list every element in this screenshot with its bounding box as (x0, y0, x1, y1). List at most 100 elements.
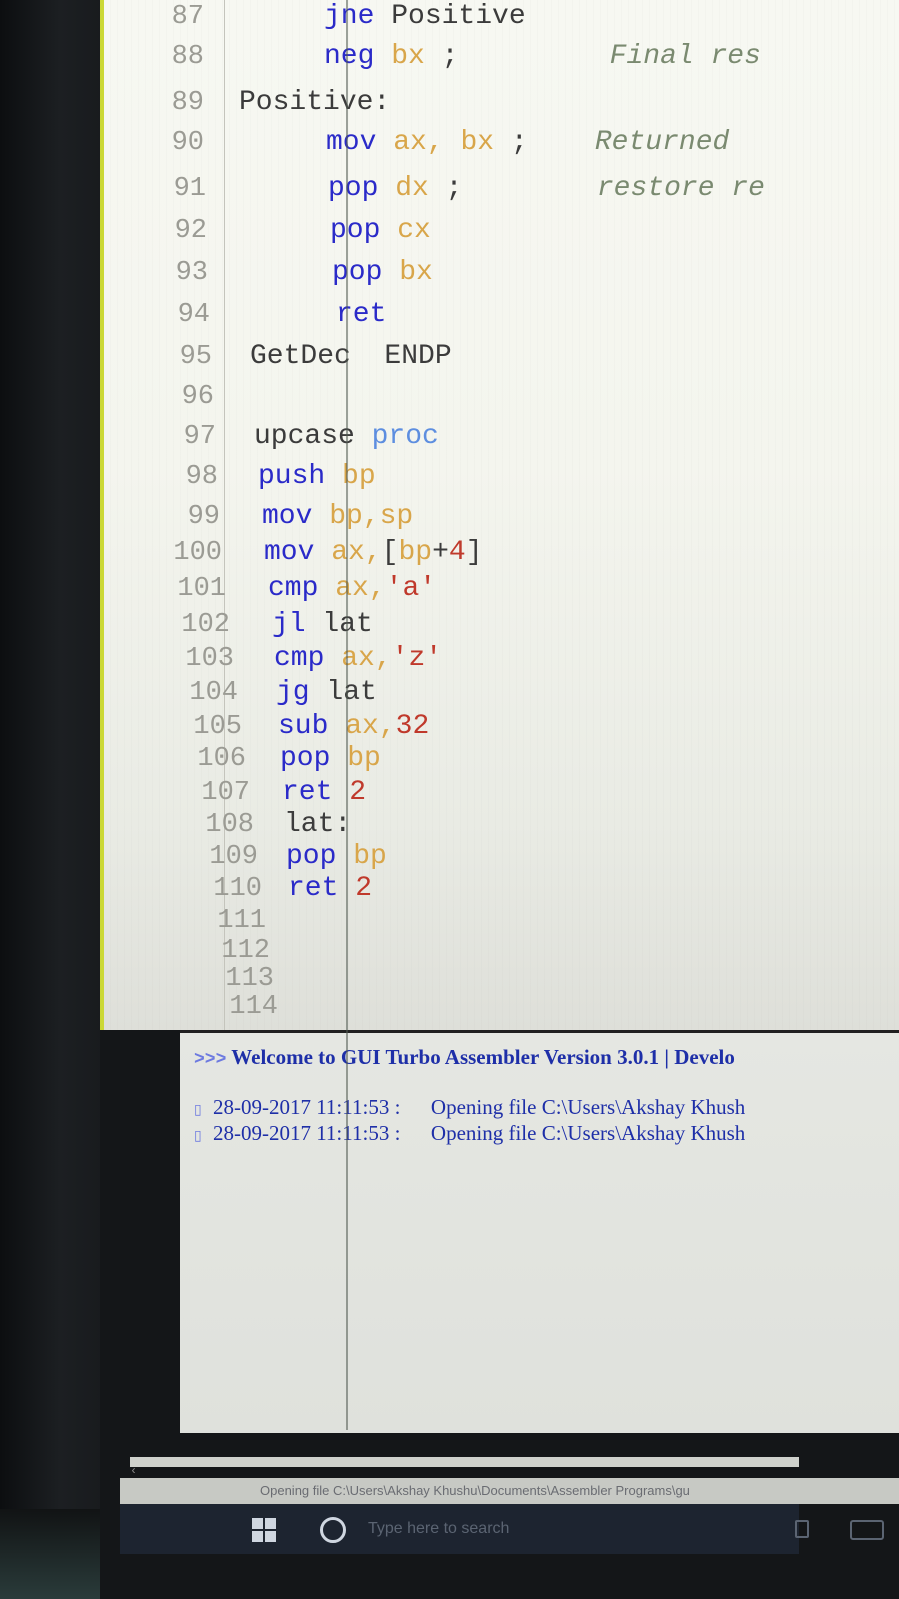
code-token-reg: bp (398, 537, 433, 568)
task-view-icon[interactable] (850, 1520, 884, 1540)
code-line[interactable]: 95 GetDec ENDP (104, 340, 899, 374)
code-token-num: 4 (448, 537, 466, 568)
code-line[interactable]: 91 pop dx ; restore re (104, 172, 899, 206)
code-token-sym: ; (424, 41, 459, 72)
code-line[interactable]: 92 pop cx (104, 214, 899, 248)
code-token-kw: pop (330, 215, 381, 246)
log-marker-icon: ▯ (194, 1103, 202, 1118)
code-line[interactable]: 93 pop bx (104, 256, 899, 290)
code-token-lbl: lat (305, 609, 373, 640)
log-marker-icon: ▯ (194, 1129, 202, 1144)
code-text: mov bp,sp (262, 500, 413, 534)
code-token-reg: ax, (314, 537, 382, 568)
code-token-str: 'z' (391, 643, 443, 674)
code-line[interactable]: 110 ret 2 (104, 872, 899, 906)
code-token-reg: bp,sp (312, 501, 414, 532)
status-text: Opening file C:\Users\Akshay Khushu\Docu… (260, 1483, 690, 1498)
code-line[interactable]: 89 Positive: (104, 86, 899, 120)
code-token-proc: proc (371, 421, 439, 452)
code-line[interactable]: 88 neg bx ; Final res (104, 40, 899, 74)
code-token-kw: pop (286, 841, 337, 872)
code-line[interactable]: 99 mov bp,sp (104, 500, 899, 534)
log-message: Opening file C:\Users\Akshay Khush (430, 1095, 746, 1119)
code-token-reg: bx (382, 257, 433, 288)
code-line[interactable]: 109 pop bp (104, 840, 899, 874)
log-message: Opening file C:\Users\Akshay Khush (430, 1121, 746, 1145)
code-token-sym: ] (465, 537, 483, 568)
taskbar-search-box[interactable]: Type here to search (368, 1520, 509, 1538)
code-token-reg: ax, (328, 711, 396, 742)
code-token-kw: mov (264, 537, 315, 568)
line-number: 90 (171, 128, 204, 158)
code-line[interactable]: 103 cmp ax,'z' (104, 642, 899, 676)
output-console[interactable]: >>> Welcome to GUI Turbo Assembler Versi… (180, 1030, 899, 1433)
code-text: neg bx ; Final res (324, 40, 761, 74)
code-line[interactable]: 111 (104, 904, 899, 938)
code-line[interactable]: 107 ret 2 (104, 776, 899, 810)
code-token-kw: mov (326, 127, 377, 158)
code-text: GetDec ENDP (250, 340, 452, 374)
code-line[interactable]: 105 sub ax,32 (104, 710, 899, 744)
status-bar: Opening file C:\Users\Akshay Khushu\Docu… (120, 1478, 899, 1504)
code-token-kw: mov (262, 501, 313, 532)
code-line[interactable]: 114 (104, 990, 899, 1024)
code-token-cmt: Returned (527, 127, 730, 158)
windows-start-icon[interactable] (252, 1518, 276, 1542)
code-token-kw: jne (324, 1, 375, 32)
code-text: jne Positive (324, 0, 526, 34)
code-line[interactable]: 96 (104, 380, 899, 414)
line-number: 101 (177, 574, 226, 604)
tray-person-icon[interactable] (795, 1520, 809, 1538)
code-text: ret (336, 298, 386, 332)
line-number: 87 (171, 2, 204, 32)
code-text: lat: (284, 808, 351, 842)
horizontal-scrollbar[interactable] (130, 1457, 799, 1467)
code-token-cmt: restore re (462, 173, 765, 204)
code-line[interactable]: 108 lat: (104, 808, 899, 842)
scroll-left-arrow-icon[interactable]: ‹ (130, 1464, 137, 1478)
code-line[interactable]: 104 jg lat (104, 676, 899, 710)
code-text: ret 2 (288, 872, 372, 906)
code-line[interactable]: 97 upcase proc (104, 420, 899, 454)
code-line[interactable]: 98 push bp (104, 460, 899, 494)
line-number: 100 (173, 538, 222, 568)
code-token-lbl: Positive: (239, 87, 391, 118)
code-line[interactable]: 100 mov ax,[bp+4] (104, 536, 899, 570)
code-token-reg: bx (443, 127, 495, 158)
line-number: 114 (229, 992, 278, 1022)
code-token-cmt: Final res (458, 41, 761, 72)
code-token-sym: [ (381, 537, 399, 568)
code-token-kw: pop (280, 743, 331, 774)
code-line[interactable]: 90 mov ax, bx ; Returned (104, 126, 899, 160)
code-token-reg: ax, (318, 573, 386, 604)
code-token-reg: bx (374, 41, 425, 72)
code-text: cmp ax,'z' (274, 642, 442, 676)
line-number: 88 (171, 42, 204, 72)
code-line[interactable]: 87 jne Positive (104, 0, 899, 34)
code-text: ret 2 (282, 776, 366, 810)
cortana-search-icon[interactable] (320, 1517, 346, 1543)
line-number: 110 (213, 874, 262, 904)
code-token-kw: sub (278, 711, 329, 742)
code-token-num: 2 (338, 873, 373, 904)
code-token-lbl: lat (309, 677, 377, 708)
code-token-kw: pop (332, 257, 383, 288)
code-token-kw: ret (288, 873, 339, 904)
code-text: Positive: (239, 86, 390, 120)
line-number: 97 (183, 422, 216, 452)
code-text: cmp ax,'a' (268, 572, 436, 606)
line-number: 98 (185, 462, 218, 492)
code-line[interactable]: 102 jl lat (104, 608, 899, 642)
line-number: 91 (173, 174, 206, 204)
line-number: 108 (205, 810, 254, 840)
code-editor[interactable]: 87 jne Positive 88 neg bx ; Final res 89 Posi… (100, 0, 899, 1030)
line-number: 111 (217, 906, 266, 936)
code-token-str: 'a' (385, 573, 437, 604)
code-line[interactable]: 106 pop bp (104, 742, 899, 776)
code-line[interactable]: 101 cmp ax,'a' (104, 572, 899, 606)
line-number: 107 (201, 778, 250, 808)
code-token-reg: bp (336, 841, 387, 872)
code-token-sym: ; (428, 173, 463, 204)
code-token-reg: ax, (376, 127, 444, 158)
code-line[interactable]: 94 ret (104, 298, 899, 332)
